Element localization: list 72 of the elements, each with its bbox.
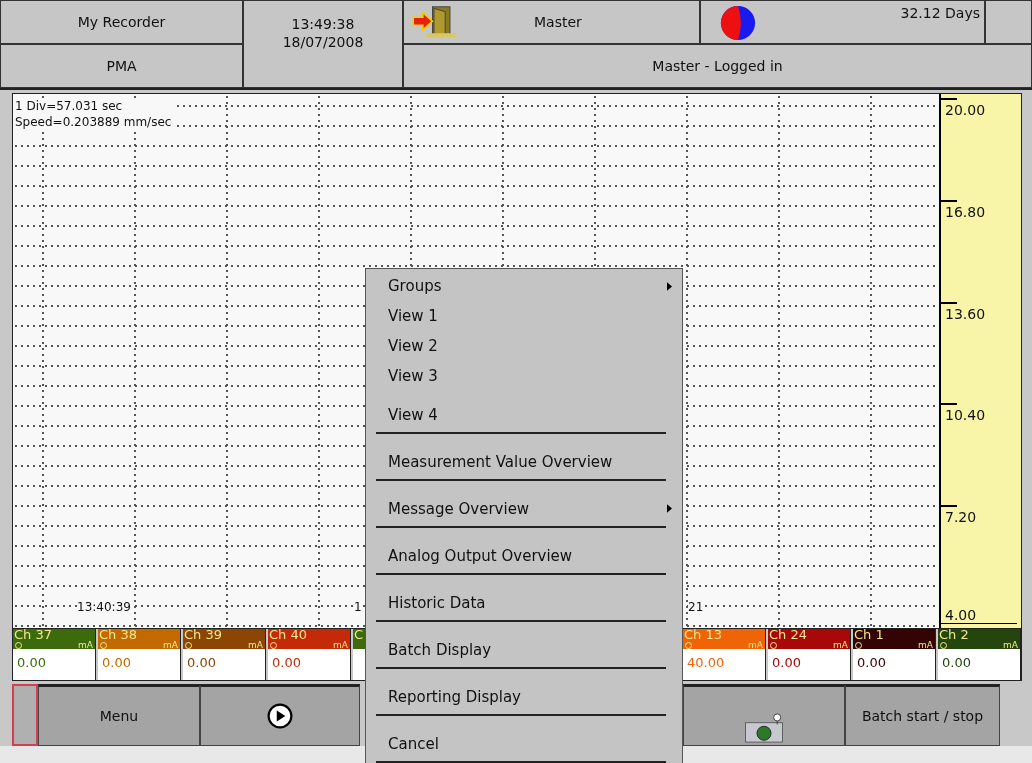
camera-icon bbox=[742, 711, 786, 745]
play-icon bbox=[267, 703, 293, 729]
channel-header[interactable]: Ch 39 mA bbox=[183, 629, 265, 649]
scale-value: 13.60 bbox=[945, 305, 986, 322]
scale-value: 20.00 bbox=[945, 102, 986, 118]
channel-unit: mA bbox=[163, 640, 178, 649]
submenu-arrow-icon bbox=[667, 281, 672, 291]
channel-header[interactable]: Ch 24 mA bbox=[768, 629, 850, 649]
site-name: PMA bbox=[0, 44, 243, 88]
menu-item[interactable]: View 2 bbox=[366, 331, 682, 361]
channel-header[interactable]: Ch 2 mA bbox=[938, 629, 1020, 649]
login-status: Master - Logged in bbox=[403, 44, 1032, 88]
menu-item[interactable]: Groups bbox=[366, 271, 682, 301]
channel-unit: mA bbox=[333, 640, 348, 649]
channel-name: C bbox=[353, 629, 364, 641]
channel-unit: mA bbox=[1003, 640, 1018, 649]
channel-unit: mA bbox=[833, 640, 848, 649]
channel-value: 0.00 bbox=[183, 649, 265, 680]
channel-name: Ch 13 bbox=[683, 629, 722, 641]
scale-value: 4.00 bbox=[945, 607, 977, 623]
channel-unit: mA bbox=[78, 640, 93, 649]
time-label: 21 bbox=[688, 600, 704, 614]
clock-time: 13:49:38 bbox=[291, 15, 355, 33]
time-label: 13:40:39 bbox=[77, 600, 131, 614]
channel-value: 0.00 bbox=[938, 649, 1020, 680]
menu-item[interactable]: Cancel bbox=[366, 720, 682, 763]
chart-info-text: 1 Div=57.031 sec bbox=[15, 98, 124, 114]
device-name: My Recorder bbox=[0, 0, 243, 44]
menu-item[interactable]: Measurement Value Overview bbox=[366, 438, 682, 485]
channel-unit: mA bbox=[918, 640, 933, 649]
play-button[interactable] bbox=[200, 684, 360, 746]
clock-date: 18/07/2008 bbox=[282, 33, 364, 51]
channel-value: 0.00 bbox=[768, 649, 850, 680]
alarm-indicator bbox=[12, 684, 38, 746]
menu-item[interactable]: Analog Output Overview bbox=[366, 532, 682, 579]
scale-value: 7.20 bbox=[945, 509, 977, 526]
channel-name: Ch 40 bbox=[268, 629, 307, 641]
channel-name: Ch 2 bbox=[938, 629, 969, 641]
door-exit-icon[interactable] bbox=[410, 4, 458, 40]
channel-name: Ch 37 bbox=[13, 629, 52, 641]
channel-name: Ch 39 bbox=[183, 629, 222, 641]
menu-item[interactable]: View 4 bbox=[366, 391, 682, 438]
channel-header[interactable]: Ch 1 mA bbox=[853, 629, 935, 649]
channel-name: Ch 38 bbox=[98, 629, 137, 641]
menu-item[interactable]: View 3 bbox=[366, 361, 682, 391]
scale-value: 16.80 bbox=[945, 203, 986, 220]
memory-pie-icon bbox=[719, 4, 757, 42]
menu-item[interactable]: View 1 bbox=[366, 301, 682, 331]
camera-button[interactable] bbox=[683, 684, 845, 746]
channel-header[interactable]: Ch 40 mA bbox=[268, 629, 350, 649]
channel-header[interactable]: Ch 37 mA bbox=[13, 629, 95, 649]
time-label: 1 bbox=[354, 600, 362, 614]
menu-item[interactable]: Reporting Display bbox=[366, 673, 682, 720]
batch-button[interactable]: Batch start / stop bbox=[845, 684, 1000, 746]
channel-value: 0.00 bbox=[853, 649, 935, 680]
menu-item[interactable]: Historic Data bbox=[366, 579, 682, 626]
scale-value: 10.40 bbox=[945, 407, 986, 424]
menu-item[interactable]: Batch Display bbox=[366, 626, 682, 673]
channel-name: Ch 1 bbox=[853, 629, 884, 641]
channel-value: 0.00 bbox=[13, 649, 95, 680]
menu-item[interactable]: Message Overview bbox=[366, 485, 682, 532]
channel-unit: mA bbox=[248, 640, 263, 649]
user-name: Master bbox=[534, 14, 582, 30]
channel-value: 0.00 bbox=[268, 649, 350, 680]
channel-name: Ch 24 bbox=[768, 629, 807, 641]
submenu-arrow-icon bbox=[667, 504, 672, 513]
channel-value: 0.00 bbox=[98, 649, 180, 680]
menu-button[interactable]: Menu bbox=[38, 684, 200, 746]
memory-days: 32.12 Days bbox=[900, 5, 980, 21]
chart-info-text: Speed=0.203889 mm/sec bbox=[15, 114, 173, 130]
channel-unit: mA bbox=[748, 640, 763, 649]
channel-value: 40.00 bbox=[683, 649, 765, 680]
